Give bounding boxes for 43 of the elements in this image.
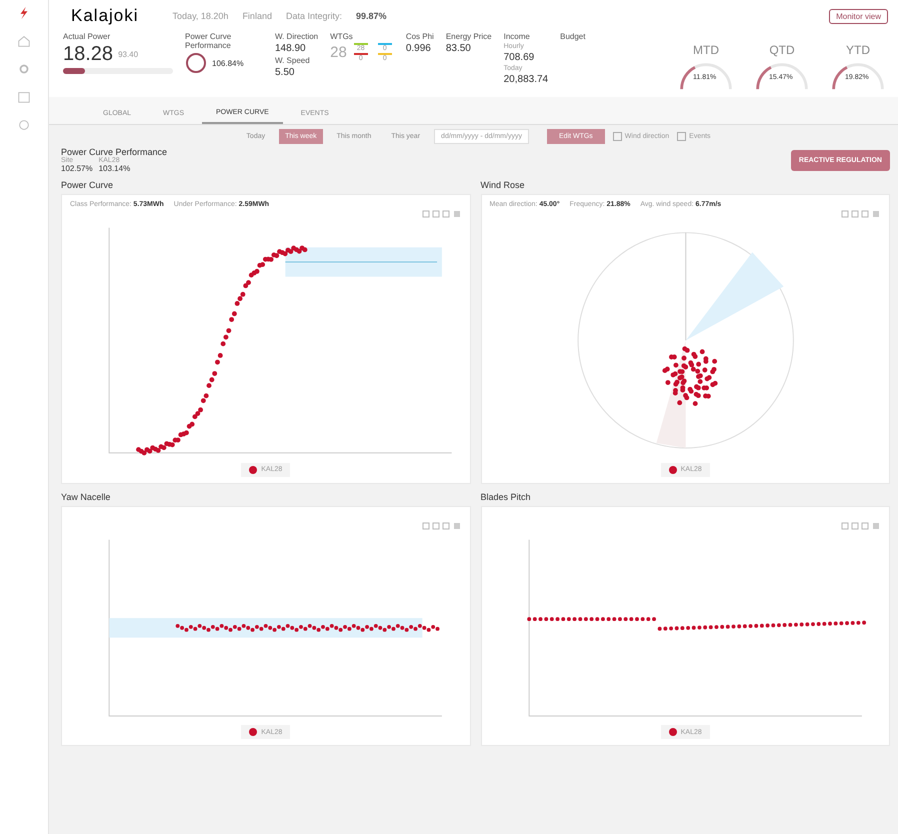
checkbox[interactable] xyxy=(612,132,622,141)
wtg-total: 28 xyxy=(330,44,347,61)
panel-title: Yaw Nacelle xyxy=(61,490,112,504)
country-text: Finland xyxy=(242,11,272,21)
section-title: Power Curve Performance xyxy=(61,147,168,157)
kpi-label: Cos Phi xyxy=(406,32,434,41)
kpi-label: Energy Price xyxy=(446,32,492,41)
cos-phi-value: 0.996 xyxy=(406,43,432,54)
budget-period: QTD xyxy=(769,43,795,57)
date-text: Today, 18.20h xyxy=(172,11,228,21)
integrity-label: Data Integrity: xyxy=(286,11,342,21)
kpi-label: W. Direction xyxy=(275,32,318,41)
toolbar-icon[interactable] xyxy=(422,522,462,530)
monitor-button[interactable]: Monitor view xyxy=(829,8,888,24)
kpi-label: Actual Power xyxy=(63,32,112,41)
budget-period: YTD xyxy=(846,43,870,57)
toolbar-icon[interactable] xyxy=(841,210,881,218)
today-value: 20,883.74 xyxy=(504,74,548,85)
performance-value: 102.57% xyxy=(61,164,93,173)
toolbar-icon[interactable] xyxy=(422,210,462,218)
panel-title: Blades Pitch xyxy=(480,490,532,504)
toolbar-icon[interactable] xyxy=(841,522,881,530)
site-selector[interactable]: Kalajoki xyxy=(63,6,159,26)
home-icon[interactable] xyxy=(17,34,31,48)
kpi-label: Power Curve Performance xyxy=(185,32,232,50)
price-value: 83.50 xyxy=(446,43,472,54)
kpi-label: Budget xyxy=(560,32,586,41)
power-sub: 93.40 xyxy=(118,50,138,59)
pcp-value: 106.84% xyxy=(212,58,244,68)
power-value: 18.28 xyxy=(63,43,114,66)
budget-period: MTD xyxy=(693,43,719,57)
direction-value: 148.90 xyxy=(275,43,307,54)
speed-value: 5.50 xyxy=(275,67,296,78)
kpi-label: WTGs xyxy=(330,32,354,41)
kpi-label: W. Speed xyxy=(275,56,311,65)
integrity-value: 99.87% xyxy=(356,11,387,21)
checkbox[interactable] xyxy=(677,132,686,141)
panel-title: Wind Rose xyxy=(480,179,526,192)
ring-icon xyxy=(185,52,207,74)
hourly-value: 708.69 xyxy=(504,52,536,63)
panel-title: Power Curve xyxy=(61,179,114,192)
performance-value: 103.14% xyxy=(98,164,130,173)
kpi-label: Income xyxy=(504,32,531,41)
